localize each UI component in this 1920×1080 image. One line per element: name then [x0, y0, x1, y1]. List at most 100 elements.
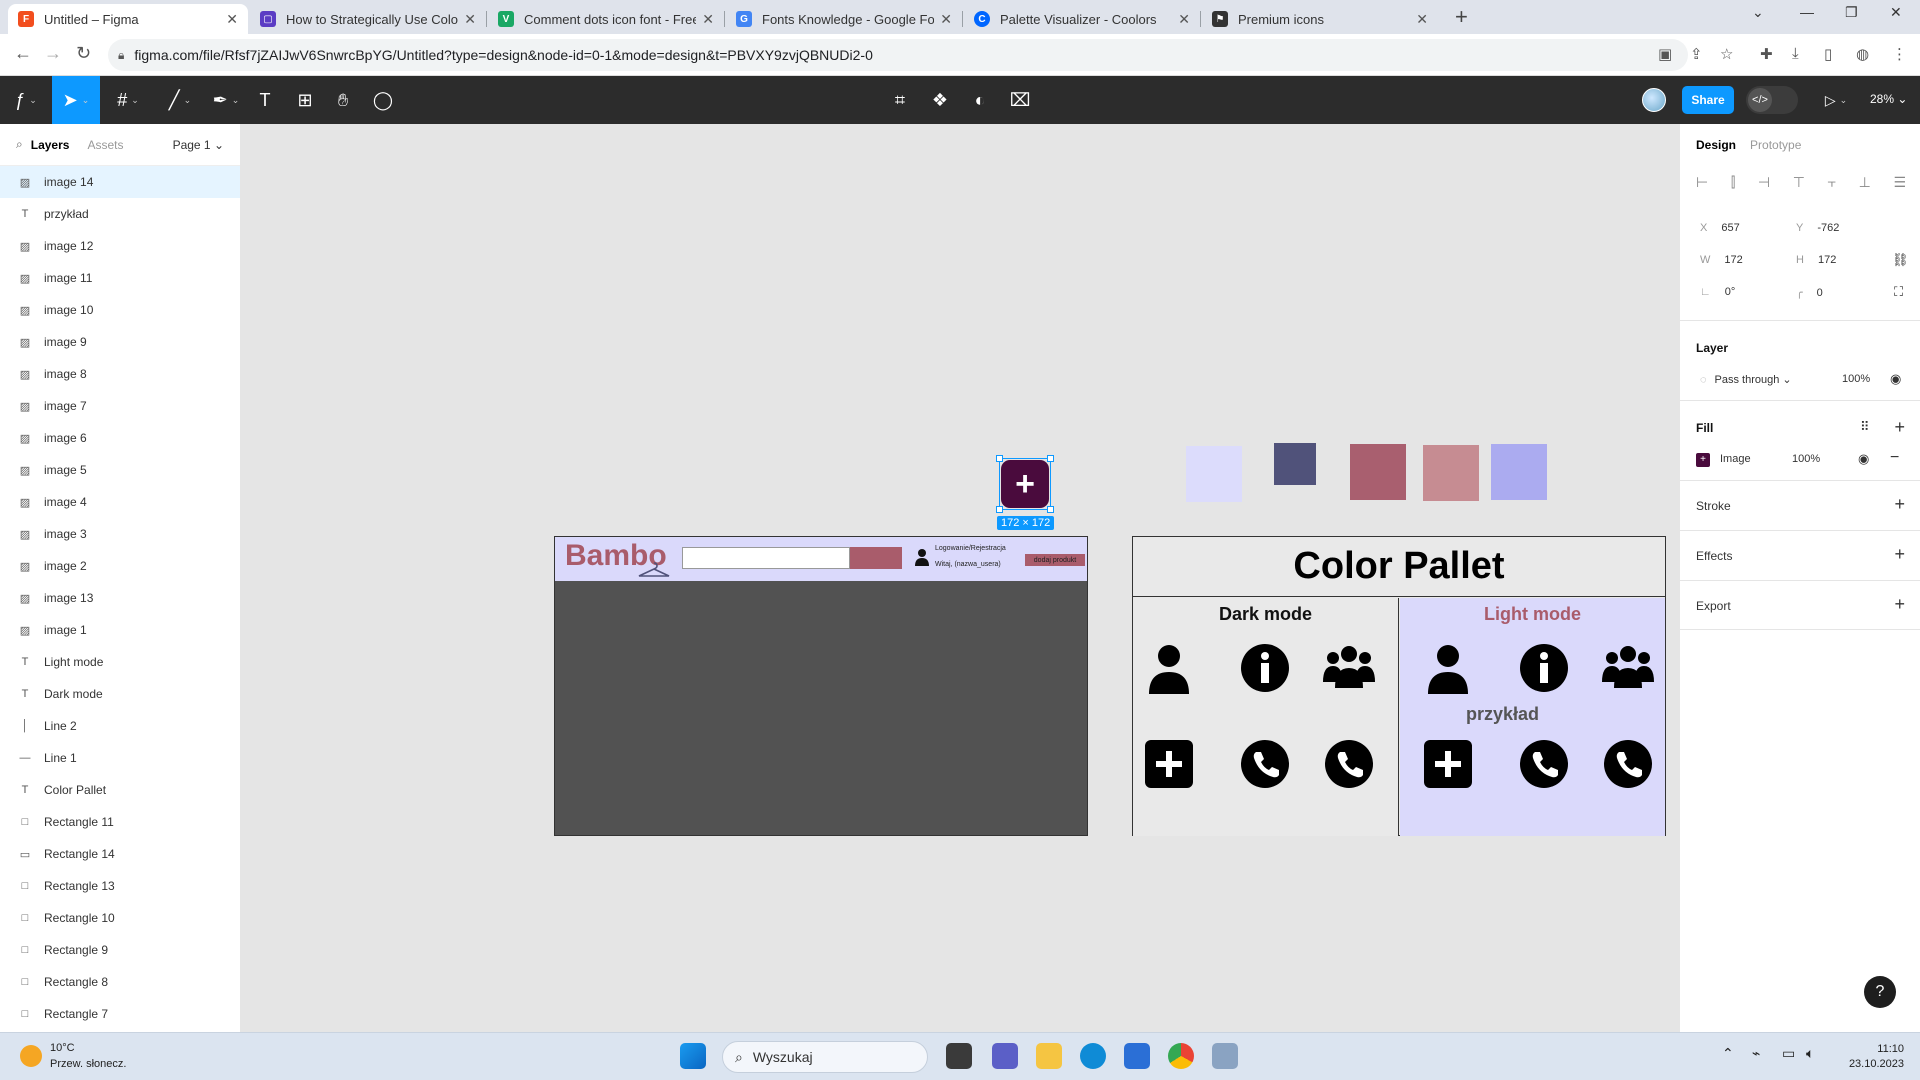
close-icon[interactable]: ✕ [226, 11, 238, 28]
add-fill-icon[interactable]: + [1894, 417, 1905, 438]
url-field[interactable]: 🔒︎ figma.com/file/Rfsf7jZAIJwV6SnwrcBpYG… [108, 39, 1688, 71]
color-swatch-pink[interactable] [1423, 445, 1479, 501]
line-tool-icon[interactable]: ╱ ⌄ [160, 76, 200, 124]
color-swatch-rose[interactable] [1350, 444, 1406, 500]
layer-row[interactable]: □ Rectangle 9 [0, 934, 240, 966]
tab-prototype[interactable]: Prototype [1750, 138, 1801, 152]
layer-row[interactable]: □ Rectangle 10 [0, 902, 240, 934]
layer-row[interactable]: ▭ Rectangle 14 [0, 838, 240, 870]
back-icon[interactable]: ← [14, 43, 32, 64]
add-export-icon[interactable]: + [1894, 594, 1905, 615]
tab-color-article[interactable]: ▢ How to Strategically Use Color in ✕ [250, 4, 487, 34]
hand-tool-icon[interactable]: ✋︎ [328, 76, 358, 124]
dev-mode-toggle[interactable]: </> [1746, 86, 1798, 114]
tab-comment-dots[interactable]: V Comment dots icon font - Free c ✕ [488, 4, 725, 34]
clipboard-icon[interactable]: ▣ [1658, 45, 1672, 63]
tab-coolors[interactable]: C Palette Visualizer - Coolors ✕ [964, 4, 1201, 34]
edge-icon[interactable] [1080, 1043, 1106, 1069]
layer-row[interactable]: ▨ image 8 [0, 358, 240, 390]
layer-row[interactable]: ▨ image 1 [0, 614, 240, 646]
rotation-field[interactable]: ∟ 0° [1700, 286, 1735, 298]
chrome-icon[interactable] [1168, 1043, 1194, 1069]
align-center-v-icon[interactable]: ⫟ [1828, 174, 1836, 191]
tab-assets[interactable]: Assets [87, 138, 123, 152]
layer-row[interactable]: □ Rectangle 8 [0, 966, 240, 998]
tray-chevron-icon[interactable]: ⌃ [1722, 1045, 1734, 1062]
contrast-icon[interactable]: ◐ [965, 76, 995, 124]
distribute-icon[interactable]: ☰ [1893, 174, 1906, 191]
layer-row[interactable]: □ Rectangle 13 [0, 870, 240, 902]
zoom-level[interactable]: 28% ⌄ [1870, 92, 1907, 106]
eye-icon[interactable]: ◉ [1890, 371, 1901, 387]
layer-row[interactable]: ▨ image 6 [0, 422, 240, 454]
layer-row[interactable]: T Dark mode [0, 678, 240, 710]
reload-icon[interactable]: ↻ [76, 43, 91, 64]
avatar[interactable] [1642, 88, 1666, 112]
frame-tool-icon[interactable]: # ⌄ [108, 76, 148, 124]
tab-search-icon[interactable]: ⌄ [1752, 4, 1764, 21]
move-tool-icon[interactable]: ➤ ⌄ [52, 76, 100, 124]
close-icon[interactable]: ✕ [940, 11, 952, 28]
close-icon[interactable]: ✕ [1178, 11, 1190, 28]
search-button[interactable] [850, 547, 902, 569]
layer-row[interactable]: □ Rectangle 7 [0, 998, 240, 1030]
layer-row[interactable]: Tprzykład [0, 198, 240, 230]
task-view-icon[interactable] [946, 1043, 972, 1069]
layer-row[interactable]: ▨ image 2 [0, 550, 240, 582]
fill-opacity-field[interactable]: 100% [1792, 453, 1820, 465]
selection-box[interactable] [996, 455, 1054, 513]
constrain-proportions-icon[interactable]: ⛓ [1892, 252, 1909, 268]
layer-row[interactable]: ▨ image 9 [0, 326, 240, 358]
minimize-icon[interactable]: — [1800, 4, 1814, 20]
color-swatch-periwinkle[interactable] [1491, 444, 1547, 500]
weather-sun-icon[interactable] [20, 1045, 42, 1067]
maximize-icon[interactable]: ❐ [1845, 4, 1858, 21]
blend-mode-select[interactable]: ◌ Pass through ⌄ [1700, 373, 1792, 386]
layer-row[interactable]: ▨ image 13 [0, 582, 240, 614]
network-icon[interactable]: ⌁ [1752, 1045, 1760, 1062]
resize-handle[interactable] [996, 506, 1003, 513]
volume-icon[interactable]: 🔈︎ [1806, 1045, 1814, 1062]
display-icon[interactable]: ▭ [1782, 1045, 1795, 1062]
resize-handle[interactable] [1047, 455, 1054, 462]
layer-opacity-field[interactable]: 100% [1842, 373, 1870, 385]
resources-icon[interactable]: ⊞ [290, 76, 320, 124]
x-field[interactable]: X 657 [1700, 222, 1740, 234]
add-product-button[interactable]: dodaj produkt [1025, 554, 1085, 566]
taskbar-search[interactable]: ⌕ Wyszukaj [722, 1041, 928, 1073]
layer-row[interactable]: ▨ image 12 [0, 230, 240, 262]
layer-row[interactable]: ▨ image 3 [0, 518, 240, 550]
tab-design[interactable]: Design [1696, 138, 1736, 152]
independent-corners-icon[interactable]: ⛶ [1894, 284, 1903, 300]
y-field[interactable]: Y -762 [1796, 222, 1839, 234]
file-explorer-icon[interactable] [1036, 1043, 1062, 1069]
profile-icon[interactable]: ◍ [1856, 45, 1869, 63]
resize-handle[interactable] [996, 455, 1003, 462]
color-pallet-frame[interactable]: Color Pallet Dark mode Light mode przykł… [1132, 536, 1666, 836]
layer-row[interactable]: ▨ image 14 [0, 166, 240, 198]
teams-icon[interactable] [992, 1043, 1018, 1069]
website-mockup-frame[interactable]: Bambo Logowanie/Rejestracja Witaj, (nazw… [554, 536, 1088, 836]
present-icon[interactable]: ▷ ⌄ [1818, 76, 1854, 124]
tab-layers[interactable]: Layers [31, 138, 70, 152]
new-tab-button[interactable]: + [1455, 4, 1468, 30]
width-field[interactable]: W 172 [1700, 254, 1743, 266]
corner-radius-field[interactable]: ╭ 0 [1796, 286, 1823, 299]
forward-icon[interactable]: → [44, 43, 62, 64]
layer-row[interactable]: ▨ image 7 [0, 390, 240, 422]
crop-icon[interactable]: ⌧ [1005, 76, 1035, 124]
bookmark-star-icon[interactable]: ☆ [1720, 45, 1733, 63]
clock[interactable]: 11:10 23.10.2023 [1849, 1042, 1904, 1072]
add-stroke-icon[interactable]: + [1894, 494, 1905, 515]
search-input[interactable] [682, 547, 850, 569]
align-top-icon[interactable]: ⊤ [1793, 174, 1805, 191]
tab-premium-icons[interactable]: ⚑ Premium icons ✕ [1202, 4, 1438, 34]
download-icon[interactable]: ⤓ [1792, 45, 1799, 62]
windows-start-icon[interactable] [680, 1043, 706, 1069]
add-effect-icon[interactable]: + [1894, 544, 1905, 565]
fill-row[interactable]: + Image [1696, 453, 1751, 467]
app-window-icon[interactable] [1212, 1043, 1238, 1069]
align-right-icon[interactable]: ⊣ [1758, 174, 1770, 191]
layer-row[interactable]: ▨ image 11 [0, 262, 240, 294]
layer-row[interactable]: □ Rectangle 11 [0, 806, 240, 838]
